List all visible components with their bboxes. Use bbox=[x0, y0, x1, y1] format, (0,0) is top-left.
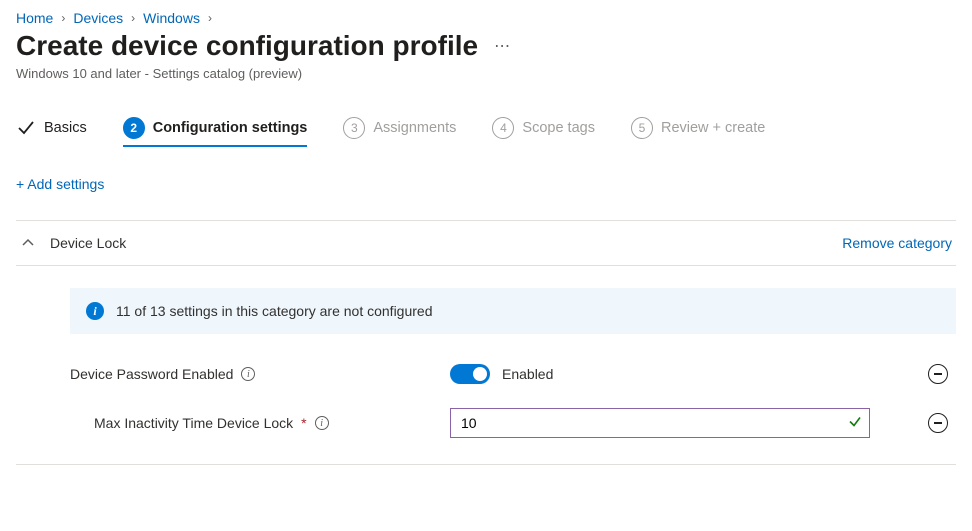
chevron-up-icon[interactable] bbox=[20, 235, 36, 251]
setting-row-max-inactivity: Max Inactivity Time Device Lock * i bbox=[16, 396, 956, 450]
step-label: Scope tags bbox=[522, 120, 595, 136]
step-configuration-settings[interactable]: 2 Configuration settings bbox=[123, 117, 308, 147]
chevron-right-icon: › bbox=[131, 11, 135, 25]
breadcrumb-item-windows[interactable]: Windows bbox=[143, 10, 200, 26]
step-number-icon: 4 bbox=[492, 117, 514, 139]
step-number-icon: 5 bbox=[631, 117, 653, 139]
info-icon: i bbox=[86, 302, 104, 320]
step-scope-tags[interactable]: 4 Scope tags bbox=[492, 117, 595, 147]
wizard-steps: Basics 2 Configuration settings 3 Assign… bbox=[16, 117, 956, 148]
chevron-right-icon: › bbox=[208, 11, 212, 25]
required-mark: * bbox=[301, 415, 306, 431]
toggle-value-label: Enabled bbox=[502, 366, 553, 382]
step-label: Assignments bbox=[373, 120, 456, 136]
breadcrumb: Home › Devices › Windows › bbox=[16, 10, 956, 26]
breadcrumb-item-devices[interactable]: Devices bbox=[73, 10, 123, 26]
category-panel: Device Lock Remove category i 11 of 13 s… bbox=[16, 220, 956, 465]
page-title: Create device configuration profile bbox=[16, 30, 478, 62]
step-basics[interactable]: Basics bbox=[16, 117, 87, 147]
setting-label: Max Inactivity Time Device Lock bbox=[94, 415, 293, 431]
chevron-right-icon: › bbox=[61, 11, 65, 25]
category-title: Device Lock bbox=[50, 235, 126, 251]
toggle-knob bbox=[473, 367, 487, 381]
password-enabled-toggle[interactable] bbox=[450, 364, 490, 384]
remove-setting-button[interactable] bbox=[928, 364, 948, 384]
setting-row-password-enabled: Device Password Enabled i Enabled bbox=[16, 352, 956, 396]
step-review-create[interactable]: 5 Review + create bbox=[631, 117, 765, 147]
step-label: Configuration settings bbox=[153, 120, 308, 136]
step-label: Basics bbox=[44, 120, 87, 136]
checkmark-icon bbox=[16, 118, 36, 138]
remove-category-button[interactable]: Remove category bbox=[842, 235, 952, 251]
info-banner: i 11 of 13 settings in this category are… bbox=[70, 288, 956, 334]
remove-setting-button[interactable] bbox=[928, 413, 948, 433]
max-inactivity-input[interactable] bbox=[450, 408, 870, 438]
step-assignments[interactable]: 3 Assignments bbox=[343, 117, 456, 147]
info-icon[interactable]: i bbox=[315, 416, 329, 430]
add-settings-button[interactable]: + Add settings bbox=[16, 176, 956, 192]
page-subtitle: Windows 10 and later - Settings catalog … bbox=[16, 66, 956, 81]
category-header: Device Lock Remove category bbox=[16, 221, 956, 266]
breadcrumb-item-home[interactable]: Home bbox=[16, 10, 53, 26]
info-icon[interactable]: i bbox=[241, 367, 255, 381]
more-actions-button[interactable]: ⋯ bbox=[494, 36, 512, 56]
step-number-icon: 3 bbox=[343, 117, 365, 139]
step-label: Review + create bbox=[661, 120, 765, 136]
step-number-icon: 2 bbox=[123, 117, 145, 139]
setting-label: Device Password Enabled bbox=[70, 366, 233, 382]
info-banner-text: 11 of 13 settings in this category are n… bbox=[116, 303, 433, 319]
